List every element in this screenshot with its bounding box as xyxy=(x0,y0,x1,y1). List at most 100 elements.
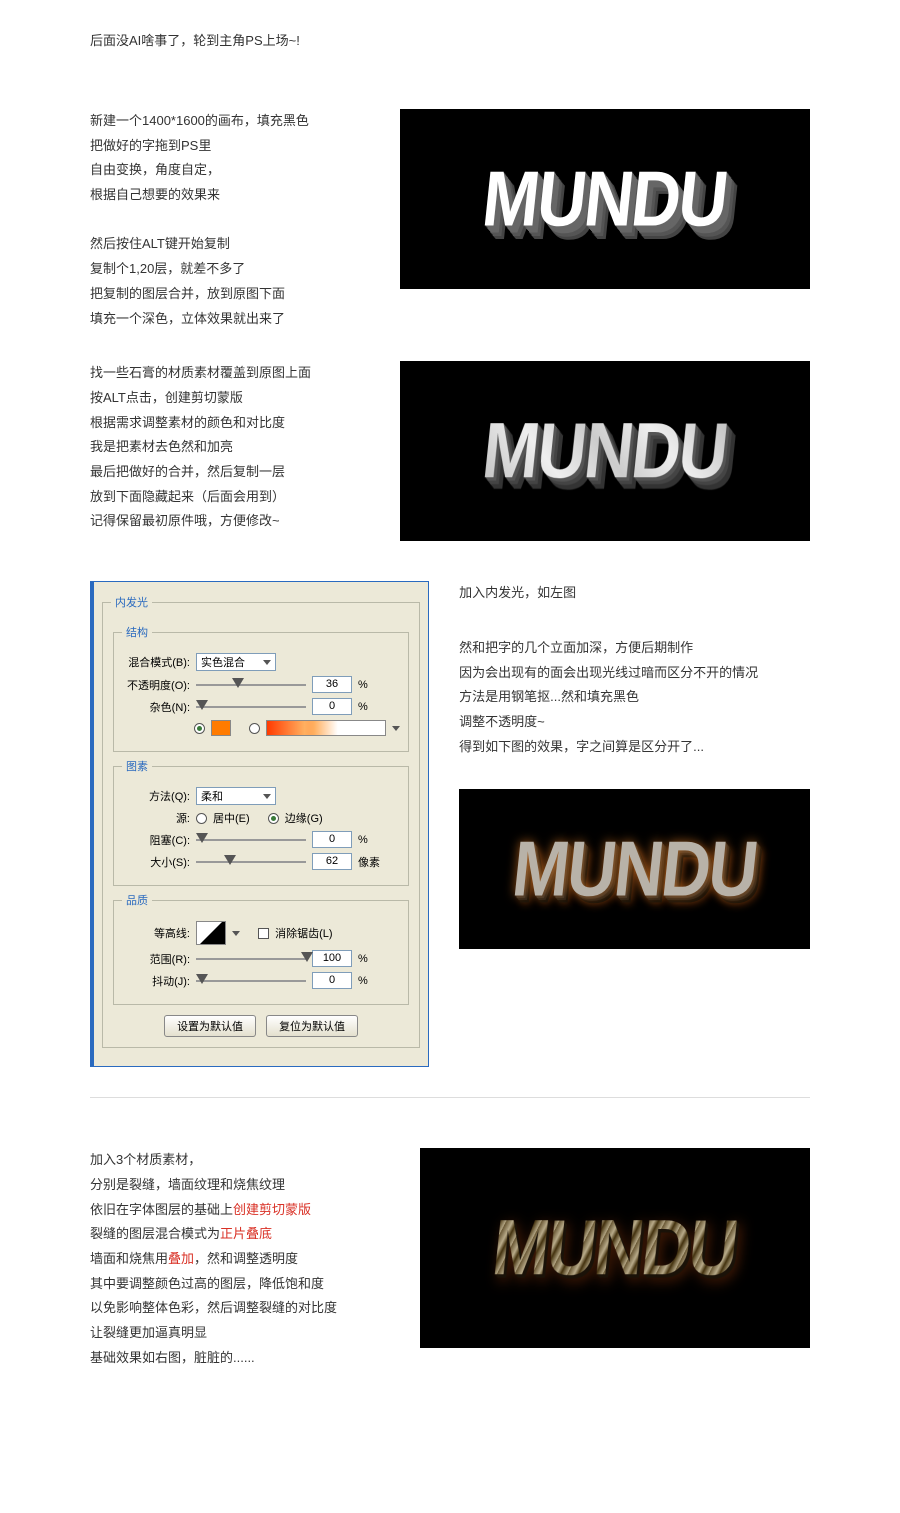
source-center-label: 居中(E) xyxy=(213,810,250,826)
reset-default-button[interactable]: 复位为默认值 xyxy=(266,1015,358,1037)
range-label: 范围(R): xyxy=(122,951,190,967)
antialias-checkbox[interactable] xyxy=(258,928,269,939)
inner-glow-dialog: 内发光 结构 混合模式(B): 实色混合 不透明度(O): 36 xyxy=(90,581,429,1067)
legend-quality: 品质 xyxy=(122,892,152,908)
step1-line: 新建一个1400*1600的画布，填充黑色 xyxy=(90,109,370,134)
technique-label: 方法(Q): xyxy=(122,788,190,804)
antialias-label: 消除锯齿(L) xyxy=(275,925,332,941)
step2-line: 记得保留最初原件哦，方便修改~ xyxy=(90,509,370,534)
separator xyxy=(90,1097,810,1098)
right-text-2: 然和把字的几个立面加深，方便后期制作因为会出现有的面会出现光线过暗而区分不开的情… xyxy=(459,636,810,759)
noise-slider[interactable] xyxy=(196,700,306,714)
step4-line: 基础效果如右图，脏脏的...... xyxy=(90,1346,390,1371)
chevron-down-icon xyxy=(232,931,240,936)
legend-inner-glow: 内发光 xyxy=(111,594,152,610)
step4-line: 加入3个材质素材， xyxy=(90,1148,390,1173)
blend-mode-select[interactable]: 实色混合 xyxy=(196,653,276,671)
logo-mundu: MUNDU xyxy=(479,406,732,496)
highlight-text: 创建剪切蒙版 xyxy=(233,1202,311,1217)
step4-line: 裂缝的图层混合模式为正片叠底 xyxy=(90,1222,390,1247)
step1-line: 把复制的图层合并，放到原图下面 xyxy=(90,282,370,307)
step1-line: 自由变换，角度自定， xyxy=(90,158,370,183)
contour-picker[interactable] xyxy=(196,921,226,945)
step1-line: 然后按住ALT键开始复制 xyxy=(90,232,370,257)
choke-label: 阻塞(C): xyxy=(122,832,190,848)
right-text-1: 加入内发光，如左图 xyxy=(459,581,810,606)
contour-label: 等高线: xyxy=(122,925,190,941)
step2-line: 按ALT点击，创建剪切蒙版 xyxy=(90,386,370,411)
size-unit: 像素 xyxy=(358,854,384,870)
logo-mundu: MUNDU xyxy=(479,154,732,244)
step1-text: 新建一个1400*1600的画布，填充黑色 把做好的字拖到PS里 自由变换，角度… xyxy=(90,109,370,331)
source-center-radio[interactable] xyxy=(196,813,207,824)
figure-mundu-flat: MUNDU xyxy=(400,109,810,289)
step2-line: 找一些石膏的材质素材覆盖到原图上面 xyxy=(90,361,370,386)
source-edge-label: 边缘(G) xyxy=(285,810,323,826)
source-label: 源: xyxy=(122,810,190,826)
group-structure: 结构 混合模式(B): 实色混合 不透明度(O): 36 % xyxy=(113,624,409,752)
range-unit: % xyxy=(358,953,384,965)
figure-mundu-glow: MUNDU xyxy=(459,789,810,949)
highlight-text: 正片叠底 xyxy=(220,1226,272,1241)
logo-mundu: MUNDU xyxy=(489,1203,742,1293)
color-swatch[interactable] xyxy=(211,720,231,736)
step4-line: 分别是裂缝，墙面纹理和烧焦纹理 xyxy=(90,1173,390,1198)
figure-mundu-stone: MUNDU xyxy=(400,361,810,541)
step2-line: 放到下面隐藏起来（后面会用到） xyxy=(90,485,370,510)
logo-mundu: MUNDU xyxy=(508,824,761,914)
size-input[interactable]: 62 xyxy=(312,853,352,870)
noise-unit: % xyxy=(358,701,384,713)
step4-line: 其中要调整颜色过高的图层，降低饱和度 xyxy=(90,1272,390,1297)
range-input[interactable]: 100 xyxy=(312,950,352,967)
choke-slider[interactable] xyxy=(196,833,306,847)
set-default-button[interactable]: 设置为默认值 xyxy=(164,1015,256,1037)
step4-line: 依旧在字体图层的基础上创建剪切蒙版 xyxy=(90,1198,390,1223)
gradient-swatch[interactable] xyxy=(266,720,386,736)
color-radio[interactable] xyxy=(194,723,205,734)
step2-line: 最后把做好的合并，然后复制一层 xyxy=(90,460,370,485)
technique-value: 柔和 xyxy=(201,788,223,804)
step1-line: 把做好的字拖到PS里 xyxy=(90,134,370,159)
jitter-label: 抖动(J): xyxy=(122,973,190,989)
step1-line: 根据自己想要的效果来 xyxy=(90,183,370,208)
chevron-down-icon xyxy=(263,660,271,665)
technique-select[interactable]: 柔和 xyxy=(196,787,276,805)
blend-mode-value: 实色混合 xyxy=(201,654,245,670)
gradient-radio[interactable] xyxy=(249,723,260,734)
size-slider[interactable] xyxy=(196,855,306,869)
step4-line: 以免影响整体色彩，然后调整裂缝的对比度 xyxy=(90,1296,390,1321)
step2-line: 我是把素材去色然和加亮 xyxy=(90,435,370,460)
figure-mundu-grunge: MUNDU xyxy=(420,1148,810,1348)
step2-line: 根据需求调整素材的颜色和对比度 xyxy=(90,411,370,436)
size-label: 大小(S): xyxy=(122,854,190,870)
chevron-down-icon xyxy=(392,726,400,731)
legend-structure: 结构 xyxy=(122,624,152,640)
choke-input[interactable]: 0 xyxy=(312,831,352,848)
opacity-unit: % xyxy=(358,679,384,691)
noise-input[interactable]: 0 xyxy=(312,698,352,715)
group-elements: 图素 方法(Q): 柔和 源: 居中(E) 边 xyxy=(113,758,409,886)
step1-line: 复制个1,20层，就差不多了 xyxy=(90,257,370,282)
jitter-input[interactable]: 0 xyxy=(312,972,352,989)
step2-text: 找一些石膏的材质素材覆盖到原图上面 按ALT点击，创建剪切蒙版 根据需求调整素材… xyxy=(90,361,370,541)
opacity-slider[interactable] xyxy=(196,678,306,692)
group-quality: 品质 等高线: 消除锯齿(L) 范围(R): 100 % xyxy=(113,892,409,1005)
group-inner-glow: 内发光 结构 混合模式(B): 实色混合 不透明度(O): 36 xyxy=(102,594,420,1048)
range-slider[interactable] xyxy=(196,952,306,966)
highlight-text: 叠加 xyxy=(168,1251,194,1266)
noise-label: 杂色(N): xyxy=(122,699,190,715)
choke-unit: % xyxy=(358,834,384,846)
opacity-input[interactable]: 36 xyxy=(312,676,352,693)
chevron-down-icon xyxy=(263,794,271,799)
step4-text: 加入3个材质素材， 分别是裂缝，墙面纹理和烧焦纹理 依旧在字体图层的基础上创建剪… xyxy=(90,1148,390,1370)
jitter-unit: % xyxy=(358,975,384,987)
step1-line: 填充一个深色，立体效果就出来了 xyxy=(90,307,370,332)
jitter-slider[interactable] xyxy=(196,974,306,988)
blend-mode-label: 混合模式(B): xyxy=(122,654,190,670)
opacity-label: 不透明度(O): xyxy=(122,677,190,693)
step4-line: 让裂缝更加逼真明显 xyxy=(90,1321,390,1346)
intro-text: 后面没AI啥事了，轮到主角PS上场~! xyxy=(90,30,810,49)
step4-line: 墙面和烧焦用叠加，然和调整透明度 xyxy=(90,1247,390,1272)
source-edge-radio[interactable] xyxy=(268,813,279,824)
legend-elements: 图素 xyxy=(122,758,152,774)
